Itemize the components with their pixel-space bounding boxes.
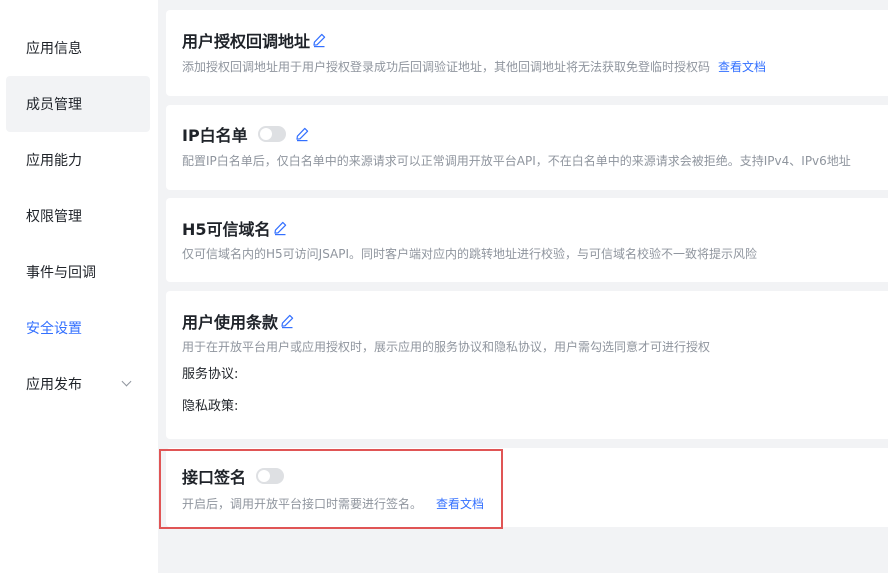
signature-card: 接口签名 开启后，调用开放平台接口时需要进行签名。 查看文档 [166,448,888,527]
sidebar-item-label: 应用发布 [26,377,82,393]
chevron-down-icon[interactable] [121,376,132,387]
card-title: H5可信域名 [182,220,271,239]
card-title: 用户使用条款 [182,313,279,332]
terms-card: 用户使用条款 用于在开放平台用户或应用授权时，展示应用的服务协议和隐私协议，用户… [166,291,888,439]
app-root: 应用信息 成员管理 应用能力 权限管理 事件与回调 安全设置 应用发布 用户授权… [0,0,888,573]
card-description: 配置IP白名单后，仅白名单中的来源请求可以正常调用开放平台API，不在白名单中的… [182,154,851,168]
toggle-knob [258,470,271,482]
sidebar-item-label: 应用能力 [26,153,82,169]
card-header: 接口签名 [182,464,285,488]
toggle-knob [259,128,272,140]
card-description: 仅可信域名内的H5可访问JSAPI。同时客户端对应内的跳转地址进行校验，与可信域… [182,247,758,261]
main-content: 用户授权回调地址 添加授权回调地址用于用户授权登录成功后回调验证地址，其他回调地… [158,0,888,573]
description-text: 开启后，调用开放平台接口时需要进行签名。 [182,497,423,511]
view-docs-link[interactable]: 查看文档 [718,60,766,74]
card-description: 添加授权回调地址用于用户授权登录成功后回调验证地址，其他回调地址将无法获取免登临… [182,58,766,75]
edit-icon[interactable] [294,126,310,142]
privacy-policy-label: 隐私政策: [182,399,239,414]
description-text: 添加授权回调地址用于用户授权登录成功后回调验证地址，其他回调地址将无法获取免登临… [182,60,711,74]
sidebar-item-label: 事件与回调 [26,265,96,281]
redirect-url-card: 用户授权回调地址 添加授权回调地址用于用户授权登录成功后回调验证地址，其他回调地… [166,10,888,96]
card-header: H5可信域名 [182,216,288,240]
view-docs-link[interactable]: 查看文档 [436,497,484,511]
sidebar-item-permissions[interactable]: 权限管理 [6,188,150,244]
signature-toggle[interactable] [256,468,285,484]
edit-icon[interactable] [272,220,288,236]
card-header: 用户使用条款 [182,309,295,333]
card-title: IP白名单 [182,126,248,145]
sidebar-item-label: 应用信息 [26,41,82,57]
edit-icon[interactable] [311,32,327,48]
card-title: 接口签名 [182,468,247,487]
service-agreement-label: 服务协议: [182,367,239,382]
sidebar-item-release[interactable]: 应用发布 [6,356,150,412]
sidebar: 应用信息 成员管理 应用能力 权限管理 事件与回调 安全设置 应用发布 [0,0,158,573]
h5-domain-card: H5可信域名 仅可信域名内的H5可访问JSAPI。同时客户端对应内的跳转地址进行… [166,198,888,282]
ip-whitelist-card: IP白名单 配置IP白名单后，仅白名单中的来源请求可以正常调用开放平台API，不… [166,105,888,190]
sidebar-item-app-info[interactable]: 应用信息 [6,20,150,76]
sidebar-item-label: 成员管理 [26,97,82,113]
card-header: 用户授权回调地址 [182,28,327,52]
sidebar-item-security[interactable]: 安全设置 [6,300,150,356]
edit-icon[interactable] [279,313,295,329]
card-title: 用户授权回调地址 [182,32,311,51]
ip-whitelist-toggle[interactable] [257,126,286,142]
sidebar-item-events[interactable]: 事件与回调 [6,244,150,300]
card-description: 用于在开放平台用户或应用授权时，展示应用的服务协议和隐私协议，用户需勾选同意才可… [182,340,711,354]
card-description: 开启后，调用开放平台接口时需要进行签名。 查看文档 [182,495,484,512]
sidebar-item-label: 权限管理 [26,209,82,225]
card-header: IP白名单 [182,122,310,146]
sidebar-item-members[interactable]: 成员管理 [6,76,150,132]
sidebar-item-capabilities[interactable]: 应用能力 [6,132,150,188]
sidebar-item-label: 安全设置 [26,321,82,337]
